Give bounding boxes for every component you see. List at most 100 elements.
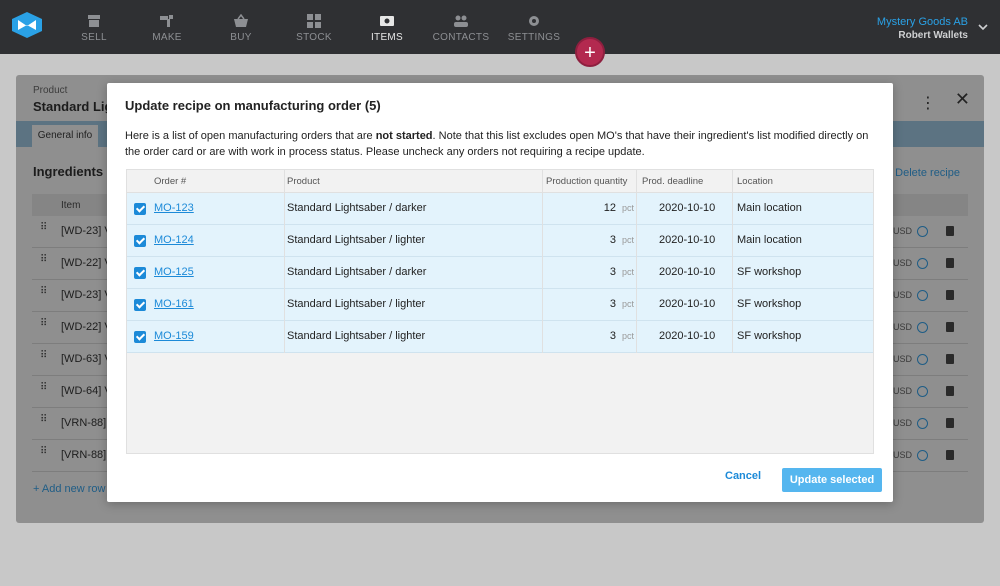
drag-handle-icon[interactable]: ⠿ <box>40 319 48 334</box>
nav-sell[interactable]: SELL <box>59 14 129 43</box>
nav-items[interactable]: ITEMS <box>352 14 422 43</box>
close-icon[interactable]: ✕ <box>955 89 970 110</box>
update-recipe-dialog: Update recipe on manufacturing order (5)… <box>107 83 893 502</box>
location-cell: SF workshop <box>737 330 802 342</box>
nav-label: SETTINGS <box>507 32 561 43</box>
nav-label: SELL <box>81 32 107 43</box>
cancel-button[interactable]: Cancel <box>725 470 761 482</box>
row-checkbox[interactable] <box>134 203 146 215</box>
item-column-header: Item <box>61 200 81 211</box>
gear-icon <box>529 16 539 26</box>
info-icon[interactable] <box>917 322 928 333</box>
ingredient-code: [WD-23] V <box>61 289 112 301</box>
location-cell: SF workshop <box>737 298 802 310</box>
quantity-cell: 3 pct <box>609 234 634 246</box>
trash-icon[interactable] <box>946 226 954 236</box>
table-row[interactable]: MO-159 Standard Lightsaber / lighter 3 pc… <box>127 321 873 353</box>
drag-handle-icon[interactable]: ⠿ <box>40 351 48 366</box>
nav-make[interactable]: MAKE <box>132 14 202 43</box>
deadline-cell: 2020-10-10 <box>659 330 716 342</box>
deadline-cell: 2020-10-10 <box>659 298 716 310</box>
app-logo-icon[interactable] <box>12 12 42 38</box>
trash-icon[interactable] <box>946 450 954 460</box>
product-cell: Standard Lightsaber / lighter <box>287 234 426 246</box>
deadline-cell: 2020-10-10 <box>659 266 716 278</box>
drag-handle-icon[interactable]: ⠿ <box>40 255 48 270</box>
ingredient-code: [WD-23] V <box>61 225 112 237</box>
trash-icon[interactable] <box>946 354 954 364</box>
order-link[interactable]: MO-124 <box>154 225 194 256</box>
trash-icon[interactable] <box>946 290 954 300</box>
column-divider <box>636 170 637 353</box>
column-divider <box>732 170 733 353</box>
ticket-icon <box>380 16 394 26</box>
basket-icon <box>234 14 248 27</box>
drag-handle-icon[interactable]: ⠿ <box>40 415 48 430</box>
more-options-icon[interactable]: ⋮ <box>920 93 936 113</box>
nav-settings[interactable]: SETTINGS <box>499 14 569 43</box>
ingredients-title: Ingredients <box>33 164 104 179</box>
shop-icon <box>88 15 100 27</box>
ingredient-code: [WD-64] V <box>61 385 112 397</box>
account-switcher[interactable]: Mystery Goods AB Robert Wallets <box>877 16 968 41</box>
column-divider <box>284 170 285 353</box>
drag-handle-icon[interactable]: ⠿ <box>40 223 48 238</box>
nav-label: CONTACTS <box>432 32 490 43</box>
info-icon[interactable] <box>917 418 928 429</box>
info-icon[interactable] <box>917 354 928 365</box>
product-cell: Standard Lightsaber / lighter <box>287 330 426 342</box>
order-link[interactable]: MO-123 <box>154 193 194 224</box>
row-checkbox[interactable] <box>134 331 146 343</box>
quick-add-button[interactable]: + <box>575 37 605 67</box>
nav-stock[interactable]: STOCK <box>279 14 349 43</box>
trash-icon[interactable] <box>946 418 954 428</box>
tab-general-info[interactable]: General info <box>32 125 98 147</box>
info-icon[interactable] <box>917 226 928 237</box>
trash-icon[interactable] <box>946 386 954 396</box>
table-row[interactable]: MO-123 Standard Lightsaber / darker 12 pc… <box>127 193 873 225</box>
column-header-order[interactable]: Order # <box>154 176 186 187</box>
ingredient-code: [VRN-88] <box>61 417 107 429</box>
row-checkbox[interactable] <box>134 235 146 247</box>
column-header-product[interactable]: Product <box>287 176 320 187</box>
info-icon[interactable] <box>917 290 928 301</box>
trash-icon[interactable] <box>946 322 954 332</box>
update-selected-button[interactable]: Update selected <box>782 468 882 492</box>
info-icon[interactable] <box>917 450 928 461</box>
dialog-title: Update recipe on manufacturing order (5) <box>125 98 381 113</box>
nav-label: MAKE <box>152 32 182 43</box>
row-checkbox[interactable] <box>134 267 146 279</box>
order-link[interactable]: MO-161 <box>154 289 194 320</box>
column-header-location[interactable]: Location <box>737 176 773 187</box>
trash-icon[interactable] <box>946 258 954 268</box>
nav-label: BUY <box>230 32 252 43</box>
deadline-cell: 2020-10-10 <box>659 234 716 246</box>
nav-buy[interactable]: BUY <box>206 14 276 43</box>
table-row[interactable]: MO-125 Standard Lightsaber / darker 3 pct… <box>127 257 873 289</box>
drag-handle-icon[interactable]: ⠿ <box>40 447 48 462</box>
column-header-qty[interactable]: Production quantity <box>546 176 627 187</box>
delete-recipe-link[interactable]: Delete recipe <box>895 167 960 179</box>
nav-label: STOCK <box>296 32 332 43</box>
column-header-deadline[interactable]: Prod. deadline <box>642 176 703 187</box>
orders-table: Order # Product Production quantity Prod… <box>126 169 874 454</box>
info-icon[interactable] <box>917 258 928 269</box>
order-link[interactable]: MO-159 <box>154 321 194 352</box>
nav-contacts[interactable]: CONTACTS <box>426 14 496 43</box>
chevron-down-icon[interactable] <box>978 22 988 32</box>
drag-handle-icon[interactable]: ⠿ <box>40 383 48 398</box>
order-link[interactable]: MO-125 <box>154 257 194 288</box>
table-row[interactable]: MO-124 Standard Lightsaber / lighter 3 pc… <box>127 225 873 257</box>
row-checkbox[interactable] <box>134 299 146 311</box>
hammer-icon <box>160 15 173 27</box>
drag-handle-icon[interactable]: ⠿ <box>40 287 48 302</box>
ingredient-code: [WD-22] V <box>61 321 112 333</box>
dialog-description: Here is a list of open manufacturing ord… <box>125 130 869 158</box>
quantity-cell: 3 pct <box>609 266 634 278</box>
info-icon[interactable] <box>917 386 928 397</box>
location-cell: Main location <box>737 234 802 246</box>
add-new-row-link[interactable]: + Add new row <box>33 483 105 495</box>
user-name: Robert Wallets <box>898 30 968 41</box>
table-row[interactable]: MO-161 Standard Lightsaber / lighter 3 pc… <box>127 289 873 321</box>
product-cell: Standard Lightsaber / darker <box>287 266 427 278</box>
